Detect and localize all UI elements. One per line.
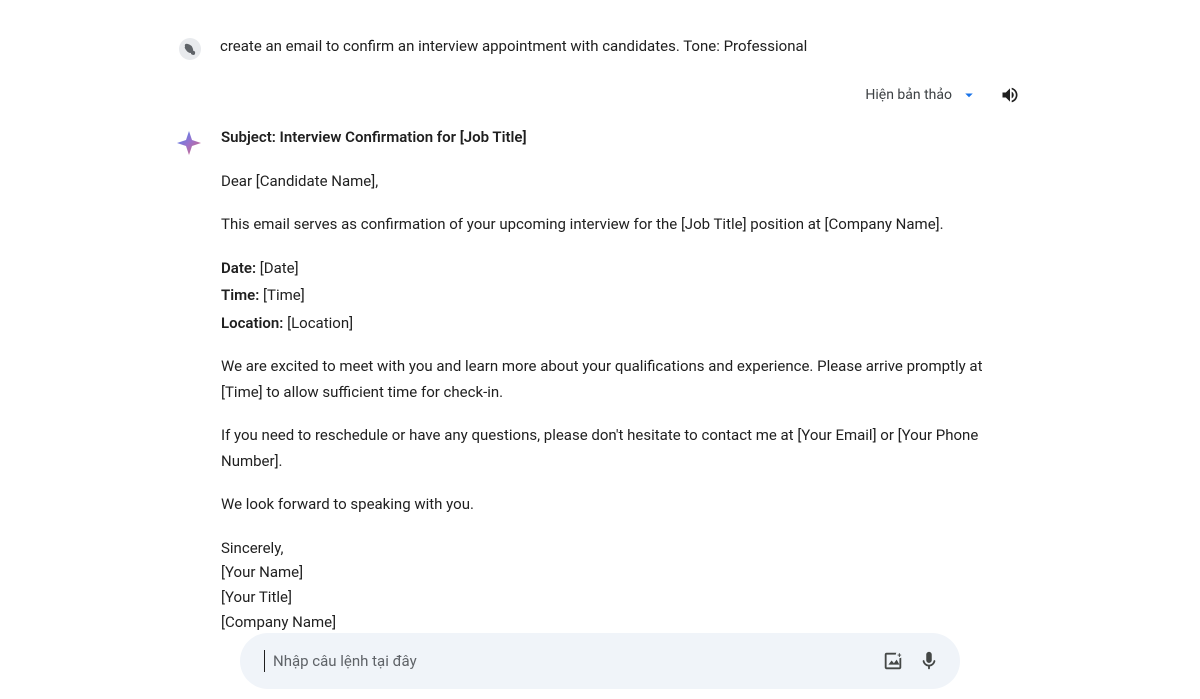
signature-title: [Your Title] [221,585,1020,610]
microphone-icon[interactable] [918,650,940,672]
date-value: [Date] [256,259,299,277]
email-signature: Sincerely, [Your Name] [Your Title] [Com… [221,536,1020,635]
email-intro: This email serves as confirmation of you… [221,212,1020,238]
speaker-icon[interactable] [1000,85,1020,105]
chevron-down-icon [960,86,978,104]
email-body-1: We are excited to meet with you and lear… [221,354,1020,405]
input-bar-wrapper: + [0,633,1200,689]
ai-message-row: Subject: Interview Confirmation for [Job… [120,125,1080,635]
response-controls: Hiện bản thảo [120,85,1080,105]
signoff: Sincerely, [221,536,1020,561]
email-details: Date: [Date] Time: [Time] Location: [Loc… [221,256,1020,337]
svg-text:+: + [897,650,901,659]
ai-avatar [175,129,203,157]
prompt-input-bar[interactable]: + [240,633,960,689]
signature-company: [Company Name] [221,610,1020,635]
sparkle-icon [175,129,203,157]
email-time-line: Time: [Time] [221,283,1020,309]
time-label: Time: [221,286,259,304]
time-value: [Time] [259,286,304,304]
email-date-line: Date: [Date] [221,256,1020,282]
signature-name: [Your Name] [221,560,1020,585]
email-location-line: Location: [Location] [221,311,1020,337]
show-draft-label: Hiện bản thảo [865,87,952,103]
text-cursor [264,650,265,672]
user-avatar-icon [178,37,202,61]
location-label: Location: [221,314,283,332]
user-message-row: create an email to confirm an interview … [120,35,1080,61]
email-greeting: Dear [Candidate Name], [221,169,1020,195]
ai-response-content: Subject: Interview Confirmation for [Job… [221,125,1020,635]
email-closing: We look forward to speaking with you. [221,492,1020,518]
show-draft-button[interactable]: Hiện bản thảo [865,86,978,104]
email-body-2: If you need to reschedule or have any qu… [221,423,1020,474]
location-value: [Location] [283,314,353,332]
date-label: Date: [221,259,256,277]
prompt-input[interactable] [273,652,868,670]
user-prompt-text: create an email to confirm an interview … [220,35,807,58]
user-avatar [178,37,202,61]
upload-image-icon[interactable]: + [882,650,904,672]
email-subject: Subject: Interview Confirmation for [Job… [221,125,1020,151]
